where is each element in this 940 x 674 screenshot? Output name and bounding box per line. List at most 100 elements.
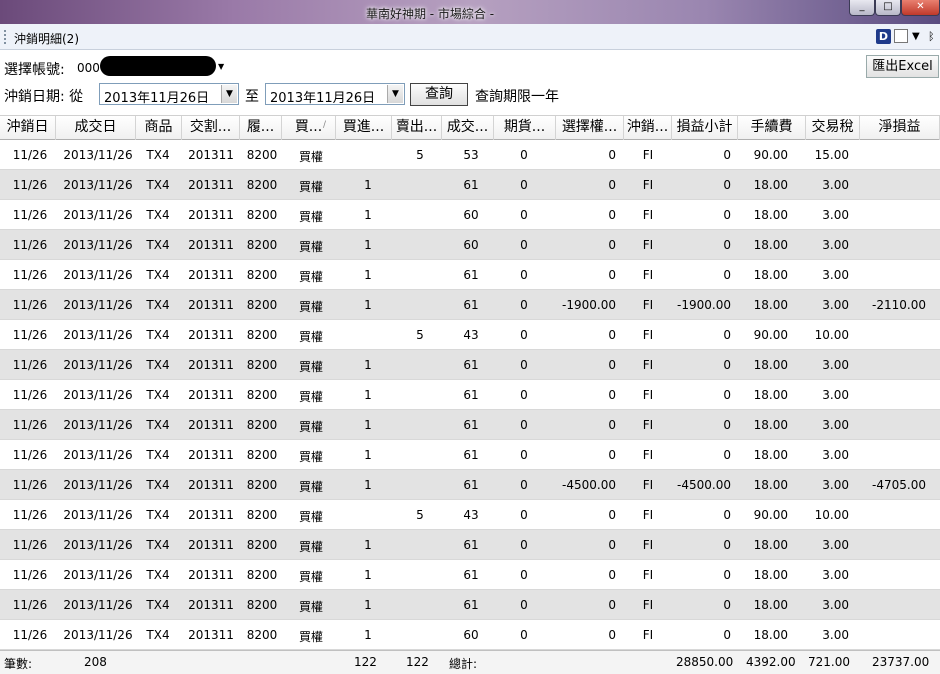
table-cell: 3.00 [822, 358, 849, 372]
table-cell: 0 [608, 358, 616, 372]
column-header[interactable]: 手續費 [738, 116, 806, 140]
table-cell: 3.00 [822, 598, 849, 612]
table-cell: FI [642, 508, 654, 522]
table-row[interactable]: 11/26 2013/11/26 TX4 201311 8200 買權 1 61 0 0 FI 0 18… [0, 170, 940, 200]
float-window-icon[interactable] [894, 29, 908, 43]
table-cell: 1 [364, 598, 372, 612]
table-cell: 3.00 [822, 478, 849, 492]
table-cell: 61 [463, 358, 479, 372]
dropdown-arrow-icon[interactable]: ▼ [912, 31, 920, 42]
buy-total: 122 [354, 655, 377, 669]
table-cell: -1900.00 [562, 298, 616, 312]
table-cell: 8200 [246, 478, 278, 492]
minimize-button[interactable]: _ [849, 0, 875, 16]
calendar-dropdown-icon[interactable]: ▼ [387, 85, 403, 103]
table-cell: 5 [416, 508, 424, 522]
table-cell: 18.00 [753, 448, 788, 462]
column-header[interactable]: 選擇權... [556, 116, 624, 140]
panel-toolbar: 沖銷明細(2) D ▼ ᛒ [0, 24, 940, 50]
column-header[interactable]: 淨損益 [860, 116, 940, 140]
table-row[interactable]: 11/26 2013/11/26 TX4 201311 8200 買權 1 60 0 0 FI 0 18… [0, 230, 940, 260]
table-cell: 0 [608, 268, 616, 282]
close-button[interactable]: ✕ [901, 0, 940, 16]
table-cell: 買權 [298, 570, 324, 584]
table-row[interactable]: 11/26 2013/11/26 TX4 201311 8200 買權 1 61 0 0 FI 0 18… [0, 530, 940, 560]
table-cell: 2013/11/26 [63, 208, 133, 222]
table-row[interactable]: 11/26 2013/11/26 TX4 201311 8200 買權 1 61 0 0 FI 0 18… [0, 350, 940, 380]
table-cell: FI [642, 478, 654, 492]
table-cell: 8200 [246, 178, 278, 192]
table-cell: FI [642, 538, 654, 552]
column-header[interactable]: 商品 [136, 116, 182, 140]
table-cell: 61 [463, 268, 479, 282]
maximize-button[interactable]: □ [875, 0, 901, 16]
account-select[interactable]: 000 [77, 61, 100, 75]
grid-body[interactable]: 11/26 2013/11/26 TX4 201311 8200 買權 5 53 0 0 FI 0 90… [0, 140, 940, 650]
table-cell: 8200 [246, 148, 278, 162]
table-cell: 2013/11/26 [63, 358, 133, 372]
table-cell: 3.00 [822, 538, 849, 552]
table-cell: 15.00 [814, 148, 849, 162]
column-header[interactable]: 期貨... [494, 116, 556, 140]
calendar-dropdown-icon[interactable]: ▼ [221, 85, 237, 103]
column-header[interactable]: 損益小計 [672, 116, 738, 140]
pin-icon[interactable]: ᛒ [928, 30, 935, 43]
table-cell: 18.00 [753, 238, 788, 252]
table-cell: 201311 [188, 208, 234, 222]
table-row[interactable]: 11/26 2013/11/26 TX4 201311 8200 買權 1 61 0 -4500.… [0, 470, 940, 500]
table-row[interactable]: 11/26 2013/11/26 TX4 201311 8200 買權 1 60 0 0 FI 0 18… [0, 200, 940, 230]
table-cell: 買權 [298, 270, 324, 284]
chevron-down-icon[interactable]: ▼ [218, 62, 224, 71]
table-cell: 1 [364, 538, 372, 552]
table-cell: 0 [723, 628, 731, 642]
table-cell: 201311 [188, 568, 234, 582]
redacted-account-mark [100, 56, 216, 76]
date-from-picker[interactable]: 2013年11月26日 ▼ [99, 83, 239, 106]
table-cell: 1 [364, 628, 372, 642]
table-cell: 8200 [246, 298, 278, 312]
table-row[interactable]: 11/26 2013/11/26 TX4 201311 8200 買權 5 43 0 0 FI 0 90… [0, 320, 940, 350]
table-row[interactable]: 11/26 2013/11/26 TX4 201311 8200 買權 1 61 0 0 FI 0 18… [0, 440, 940, 470]
table-cell: TX4 [146, 478, 170, 492]
table-cell: 買權 [298, 510, 324, 524]
query-button[interactable]: 查詢 [410, 83, 468, 106]
table-cell: 8200 [246, 388, 278, 402]
table-cell: 0 [723, 388, 731, 402]
table-cell: 3.00 [822, 568, 849, 582]
date-to-picker[interactable]: 2013年11月26日 ▼ [265, 83, 405, 106]
table-row[interactable]: 11/26 2013/11/26 TX4 201311 8200 買權 1 60 0 0 FI 0 18… [0, 620, 940, 650]
table-cell: 18.00 [753, 478, 788, 492]
column-header[interactable]: 賣出... [392, 116, 442, 140]
column-header[interactable]: 沖銷日 [0, 116, 56, 140]
toolbar-grip-icon[interactable] [4, 30, 8, 44]
table-cell: FI [642, 178, 654, 192]
export-excel-button[interactable]: 匯出Excel [866, 55, 939, 78]
column-header[interactable]: 履... [240, 116, 282, 140]
table-row[interactable]: 11/26 2013/11/26 TX4 201311 8200 買權 1 61 0 0 FI 0 18… [0, 590, 940, 620]
table-cell: 11/26 [12, 148, 48, 162]
column-header[interactable]: 買... [282, 116, 336, 140]
table-cell: 1 [364, 568, 372, 582]
table-cell: 2013/11/26 [63, 538, 133, 552]
table-row[interactable]: 11/26 2013/11/26 TX4 201311 8200 買權 1 61 0 -1900.… [0, 290, 940, 320]
column-header[interactable]: 買進... [336, 116, 392, 140]
table-cell: -4500.00 [562, 478, 616, 492]
column-header[interactable]: 交易稅 [806, 116, 860, 140]
query-limit-text: 查詢期限一年 [475, 89, 559, 105]
table-cell: 8200 [246, 538, 278, 552]
table-row[interactable]: 11/26 2013/11/26 TX4 201311 8200 買權 1 61 0 0 FI 0 18… [0, 380, 940, 410]
column-header[interactable]: 成交... [442, 116, 494, 140]
table-cell: FI [642, 448, 654, 462]
table-cell: 11/26 [12, 448, 48, 462]
table-row[interactable]: 11/26 2013/11/26 TX4 201311 8200 買權 5 53 0 0 FI 0 90… [0, 140, 940, 170]
table-cell: 0 [723, 208, 731, 222]
table-row[interactable]: 11/26 2013/11/26 TX4 201311 8200 買權 1 61 0 0 FI 0 18… [0, 410, 940, 440]
column-header[interactable]: 沖銷... [624, 116, 672, 140]
d-logo-icon[interactable]: D [876, 29, 891, 44]
table-row[interactable]: 11/26 2013/11/26 TX4 201311 8200 買權 5 43 0 0 FI 0 90… [0, 500, 940, 530]
column-header[interactable]: 成交日 [56, 116, 136, 140]
column-header[interactable]: 交割... [182, 116, 240, 140]
table-row[interactable]: 11/26 2013/11/26 TX4 201311 8200 買權 1 61 0 0 FI 0 18… [0, 560, 940, 590]
table-cell: 2013/11/26 [63, 298, 133, 312]
table-row[interactable]: 11/26 2013/11/26 TX4 201311 8200 買權 1 61 0 0 FI 0 18… [0, 260, 940, 290]
